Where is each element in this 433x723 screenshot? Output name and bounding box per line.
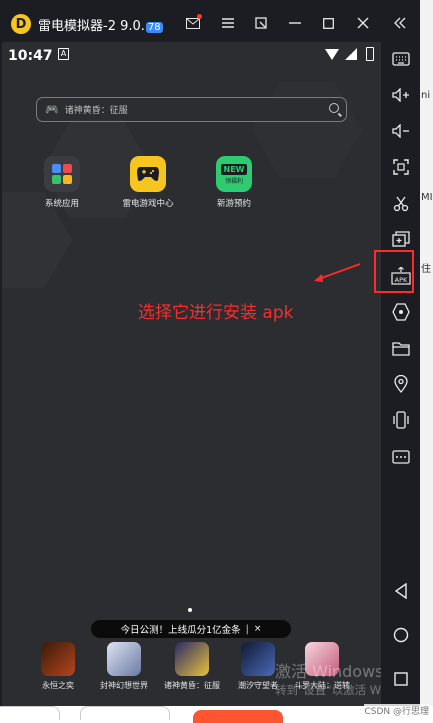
search-bar[interactable]: 🎮 诸神黄昏：征服 xyxy=(36,97,347,122)
minimize-icon[interactable] xyxy=(285,13,305,33)
windows-activation-hint: 转到"设置"以激活 Wind xyxy=(275,683,381,697)
search-icon[interactable] xyxy=(329,103,339,113)
back-icon[interactable] xyxy=(390,580,412,602)
background-page-strip: ni MI 住 xyxy=(420,0,433,723)
app-label: 雷电游戏中心 xyxy=(122,199,174,209)
maximize-icon[interactable] xyxy=(318,13,338,33)
battery-icon xyxy=(366,47,374,61)
search-placeholder: 诸神黄昏：征服 xyxy=(64,106,128,116)
collapse-icon[interactable] xyxy=(390,13,410,33)
annotation-arrow-icon xyxy=(314,263,361,282)
app-label: 新游预约 xyxy=(216,199,251,209)
dock-label: 永恒之奕 xyxy=(42,681,74,690)
new-badge: NEW xyxy=(220,163,248,175)
app-label: 系统应用 xyxy=(44,199,79,209)
app-system-apps[interactable]: 系统应用 xyxy=(26,156,98,209)
page-indicator xyxy=(188,608,192,612)
app-name: 雷电模拟器-2 9.0. xyxy=(38,19,145,34)
recent-icon[interactable] xyxy=(390,668,412,690)
shake-icon[interactable] xyxy=(390,301,412,323)
game-icon xyxy=(41,642,75,676)
android-screen: 10:47 A 🎮 诸神黄昏：征服 系统应用 雷电游戏中心 NEW 领福利 新游… xyxy=(2,42,381,723)
gamepad-icon: 🎮 xyxy=(45,103,59,116)
banner-text: 今日公测！上线瓜分1亿金条 xyxy=(120,625,241,636)
volume-up-icon[interactable] xyxy=(390,84,412,106)
game-icon xyxy=(241,642,275,676)
mail-icon[interactable] xyxy=(183,13,203,33)
ldplayer-logo-icon: D xyxy=(11,14,31,34)
background-text: MI xyxy=(421,192,433,203)
restore-mini-icon[interactable] xyxy=(251,13,271,33)
volume-down-icon[interactable] xyxy=(390,120,412,142)
app-title: 雷电模拟器-2 9.0. 78 xyxy=(38,15,163,34)
sim-icon: A xyxy=(58,48,69,60)
dock-label: 诸神黄昏：征服 xyxy=(164,681,220,690)
game-icon xyxy=(175,642,209,676)
background-text: ni xyxy=(421,90,431,101)
multi-instance-icon[interactable] xyxy=(390,228,412,250)
dock-app[interactable]: 封神幻想世界 xyxy=(94,642,154,691)
clock: 10:47 xyxy=(8,48,53,64)
emulator-window: D 雷电模拟器-2 9.0. 78 10:47 A 🎮 诸神黄昏：征服 系统应用… xyxy=(0,0,433,723)
keyboard-icon[interactable] xyxy=(390,48,412,70)
banner-close-icon[interactable]: × xyxy=(254,624,262,634)
dock-app[interactable]: 诸神黄昏：征服 xyxy=(162,642,222,691)
promo-banner[interactable]: 今日公测！上线瓜分1亿金条 | × xyxy=(91,620,291,638)
banner-separator: | xyxy=(245,623,249,635)
signal-icon xyxy=(345,48,357,60)
wifi-icon xyxy=(325,49,339,60)
system-apps-icon xyxy=(44,156,80,192)
game-center-icon xyxy=(130,156,166,192)
background-orange-button xyxy=(193,710,283,723)
windows-activation-watermark: 激活 Windows xyxy=(275,662,381,681)
new-badge-sub: 领福利 xyxy=(224,177,243,185)
apk-highlight-box xyxy=(374,250,414,293)
emulator-toolbar: APK xyxy=(381,42,420,723)
csdn-watermark: CSDN @行思理 xyxy=(364,704,429,717)
menu-icon[interactable] xyxy=(218,13,238,33)
folder-icon[interactable] xyxy=(390,337,412,359)
close-icon[interactable] xyxy=(353,13,373,33)
scissors-icon[interactable] xyxy=(390,193,412,215)
game-icon xyxy=(107,642,141,676)
new-games-icon: NEW 领福利 xyxy=(216,156,252,192)
background-pill xyxy=(80,706,170,720)
annotation-text: 选择它进行安装 apk xyxy=(138,303,294,323)
location-icon[interactable] xyxy=(390,373,412,395)
home-icon[interactable] xyxy=(390,624,412,646)
status-bar: 10:47 A xyxy=(2,42,381,70)
app-new-games[interactable]: NEW 领福利 新游预约 xyxy=(198,156,270,209)
dock-label: 封神幻想世界 xyxy=(100,681,148,690)
background-text: 住 xyxy=(421,264,431,275)
dock-app[interactable]: 永恒之奕 xyxy=(28,642,88,691)
more-icon[interactable] xyxy=(390,446,412,468)
app-game-center[interactable]: 雷电游戏中心 xyxy=(112,156,184,209)
version-badge: 78 xyxy=(145,22,163,33)
vibrate-icon[interactable] xyxy=(390,409,412,431)
background-pill xyxy=(0,706,60,720)
title-bar: D 雷电模拟器-2 9.0. 78 xyxy=(0,0,433,46)
fullscreen-icon[interactable] xyxy=(390,156,412,178)
